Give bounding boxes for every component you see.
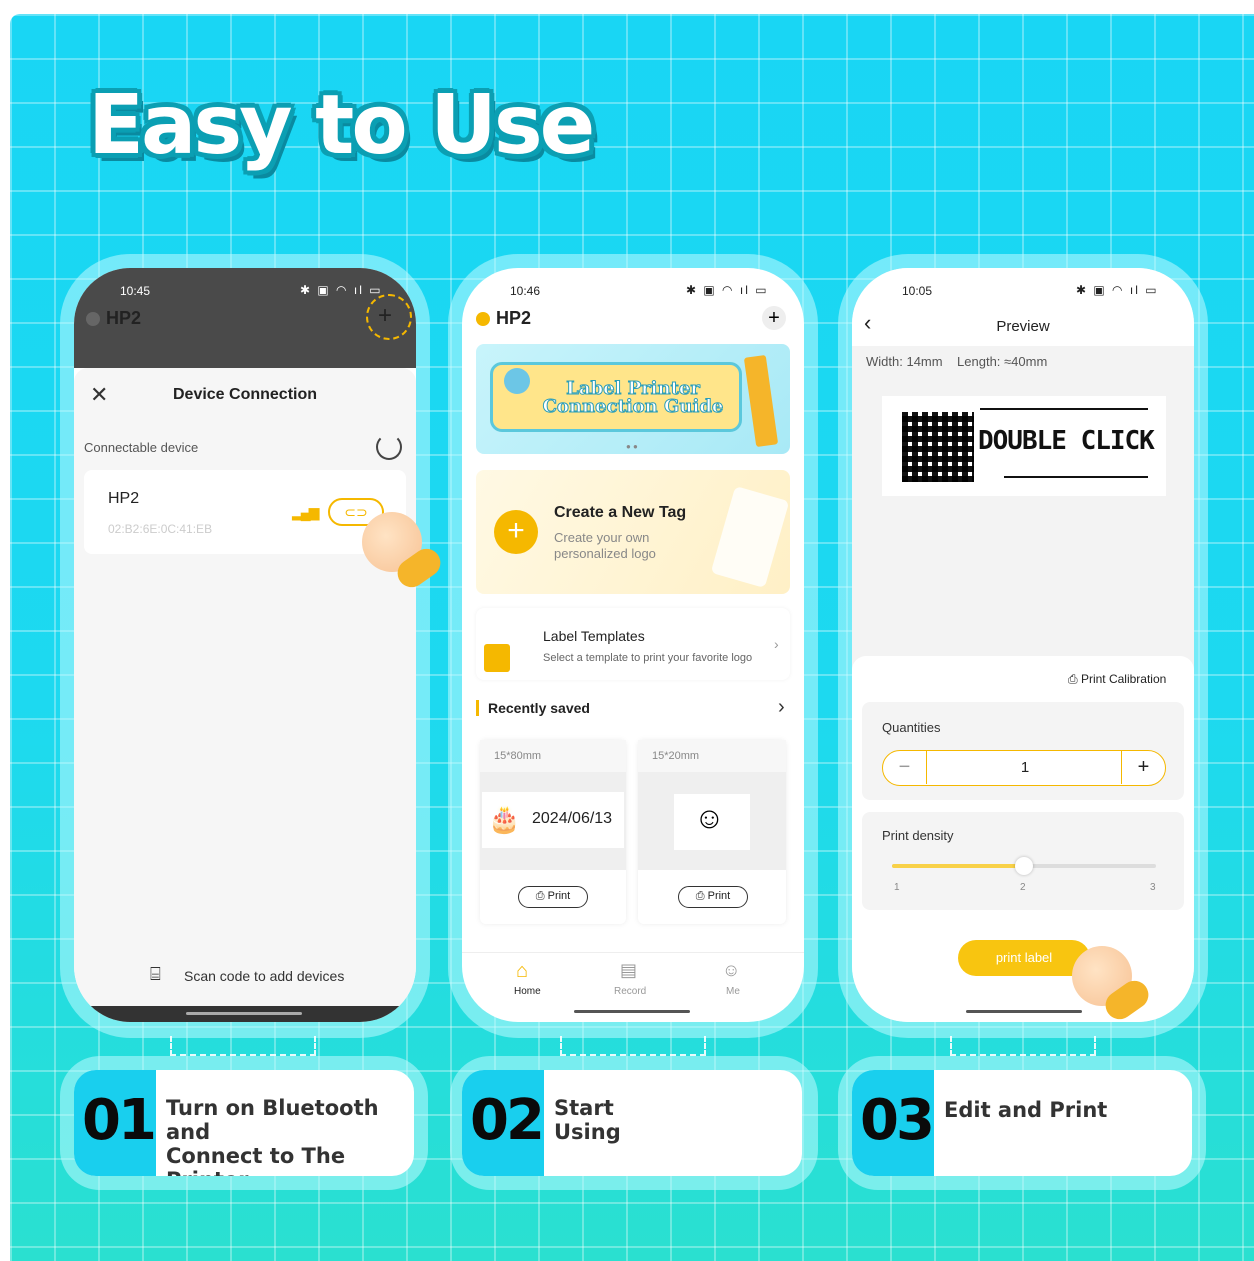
card-2-size: 15*20mm: [652, 750, 700, 762]
phone3-status-icons: ✱ ▣ ◠ ıl ▭: [1076, 283, 1159, 297]
record-icon[interactable]: ▤: [620, 960, 637, 981]
create-plus-icon: +: [494, 510, 538, 554]
card-1-size: 15*80mm: [494, 750, 542, 762]
label-preview[interactable]: DOUBLE CLICK: [882, 396, 1166, 496]
step-3-card: 03 Edit and Print: [852, 1070, 1192, 1176]
recent-more-icon[interactable]: ›: [778, 696, 785, 719]
card-2-print-button[interactable]: ⎙ Print: [678, 886, 748, 908]
quantity-value[interactable]: 1: [927, 751, 1123, 784]
settings-panel: ⎙ Print Calibration Quantities − 1 + Pri…: [852, 656, 1194, 1022]
preview-title: Preview: [996, 318, 1050, 335]
density-slider[interactable]: [892, 857, 1156, 875]
section-marker: [476, 700, 479, 716]
label-bottom-line: [1004, 476, 1148, 478]
headline: Easy to Use: [88, 78, 595, 173]
nav-home[interactable]: Home: [514, 986, 541, 997]
carousel-dots: ● ●: [626, 442, 638, 451]
step-1-text: Turn on Bluetooth andConnect to The Prin…: [166, 1096, 379, 1176]
saved-card-1[interactable]: 15*80mm 🎂 2024/06/13 ⎙ Print: [480, 740, 626, 924]
step-2-number-block: 02: [462, 1070, 545, 1176]
label-text: DOUBLE CLICK: [978, 426, 1155, 456]
connector-3: [950, 1036, 1096, 1056]
scan-label[interactable]: Scan code to add devices: [184, 968, 344, 984]
templates-card[interactable]: Label Templates Select a template to pri…: [476, 608, 790, 680]
quantities-section: Quantities − 1 +: [862, 702, 1184, 800]
status-dot-icon: [86, 312, 100, 326]
label-top-line: [980, 408, 1148, 410]
step-3-number-block: 03: [852, 1070, 935, 1176]
home-icon[interactable]: ⌂: [516, 960, 528, 983]
density-thumb[interactable]: [1015, 857, 1033, 875]
label-roll-illustration: [710, 486, 790, 588]
quantities-label: Quantities: [882, 720, 941, 735]
device-mac: 02:B2:6E:0C:41:EB: [108, 522, 213, 536]
phone3-time: 10:05: [902, 284, 933, 298]
add-device-icon[interactable]: +: [378, 302, 392, 330]
templates-sub: Select a template to print your favorite…: [543, 652, 753, 664]
print-label-button[interactable]: print label: [958, 940, 1090, 976]
phone2-time: 10:46: [510, 284, 541, 298]
smiley-icon: ☺: [694, 802, 725, 835]
step-1-card: 01 Turn on Bluetooth andConnect to The P…: [74, 1070, 414, 1176]
connector-2: [560, 1036, 706, 1056]
phone1-status-icons: ✱ ▣ ◠ ıl ▭: [300, 283, 383, 297]
nav-me[interactable]: Me: [726, 986, 740, 997]
signal-icon: ▂▄▆: [292, 504, 319, 520]
banner-text: Label Printer Connection Guide: [542, 378, 724, 417]
connected-dot-icon: [476, 312, 490, 326]
home-indicator: [186, 1012, 302, 1015]
label-dimensions: Width: 14mm Length: ≈40mm: [866, 354, 1048, 369]
density-tick-2: 2: [1020, 882, 1026, 893]
saved-card-2[interactable]: 15*20mm ☺ ⎙ Print: [638, 740, 786, 924]
card-1-print-button[interactable]: ⎙ Print: [518, 886, 588, 908]
density-tick-3: 3: [1150, 882, 1156, 893]
create-tag-card[interactable]: + Create a New Tag Create your own perso…: [476, 470, 790, 594]
section-label: Connectable device: [84, 440, 199, 455]
density-tick-1: 1: [894, 882, 900, 893]
phone1-bottom-bar: [74, 1006, 416, 1022]
qr-code-icon: [902, 412, 974, 482]
device-list-item[interactable]: HP2 02:B2:6E:0C:41:EB ▂▄▆ ⊂⊃: [84, 470, 406, 554]
density-fill: [892, 864, 1024, 868]
create-title: Create a New Tag: [554, 504, 687, 521]
recent-title: Recently saved: [488, 700, 590, 716]
templates-title: Label Templates: [543, 628, 645, 644]
create-sub-2: personalized logo: [554, 546, 656, 561]
phone1-device-name: HP2: [106, 308, 142, 328]
step-2-card: 02 Start Using: [462, 1070, 802, 1176]
refresh-icon[interactable]: [376, 434, 402, 460]
cake-icon: 🎂: [488, 804, 521, 834]
increment-button[interactable]: +: [1121, 751, 1165, 784]
add-icon[interactable]: +: [762, 306, 786, 330]
sheet-title: Device Connection: [172, 386, 318, 403]
home-indicator: [966, 1010, 1082, 1013]
phone1-screen: 10:45 ✱ ▣ ◠ ıl ▭ HP2 + ✕ Device Connecti…: [74, 268, 416, 1022]
step-3-text: Edit and Print: [944, 1098, 1108, 1122]
nav-divider: [462, 952, 804, 953]
guide-banner[interactable]: Label Printer Connection Guide ● ●: [476, 344, 790, 454]
decrement-button[interactable]: −: [883, 751, 927, 784]
phone1-time: 10:45: [120, 284, 151, 298]
device-item-name: HP2: [108, 490, 140, 507]
phone2-screen: 10:46 ✱ ▣ ◠ ıl ▭ HP2 + Label Printer Con…: [462, 268, 804, 1022]
scan-icon[interactable]: ⌸: [150, 964, 161, 985]
nav-record[interactable]: Record: [614, 986, 646, 997]
me-icon[interactable]: ☺: [722, 960, 740, 981]
chevron-right-icon: ›: [774, 636, 779, 652]
phone3-screen: 10:05 ✱ ▣ ◠ ıl ▭ ‹ Preview Width: 14mm L…: [852, 268, 1194, 1022]
templates-icon: [484, 644, 510, 672]
step-2-text: Start Using: [554, 1096, 621, 1144]
card-1-content: 2024/06/13: [532, 810, 613, 827]
create-sub-1: Create your own: [554, 530, 650, 545]
home-indicator: [574, 1010, 690, 1013]
phone2-status-icons: ✱ ▣ ◠ ıl ▭: [686, 283, 769, 297]
print-calibration[interactable]: ⎙ Print Calibration: [1068, 672, 1166, 687]
phone2-device-name: HP2: [496, 308, 532, 328]
quantity-stepper[interactable]: − 1 +: [882, 750, 1166, 786]
density-label: Print density: [882, 828, 954, 843]
density-section: Print density 1 2 3: [862, 812, 1184, 910]
connector-1: [170, 1036, 316, 1056]
step-1-number-block: 01: [74, 1070, 157, 1176]
device-connection-sheet: ✕ Device Connection Connectable device H…: [74, 368, 416, 1008]
